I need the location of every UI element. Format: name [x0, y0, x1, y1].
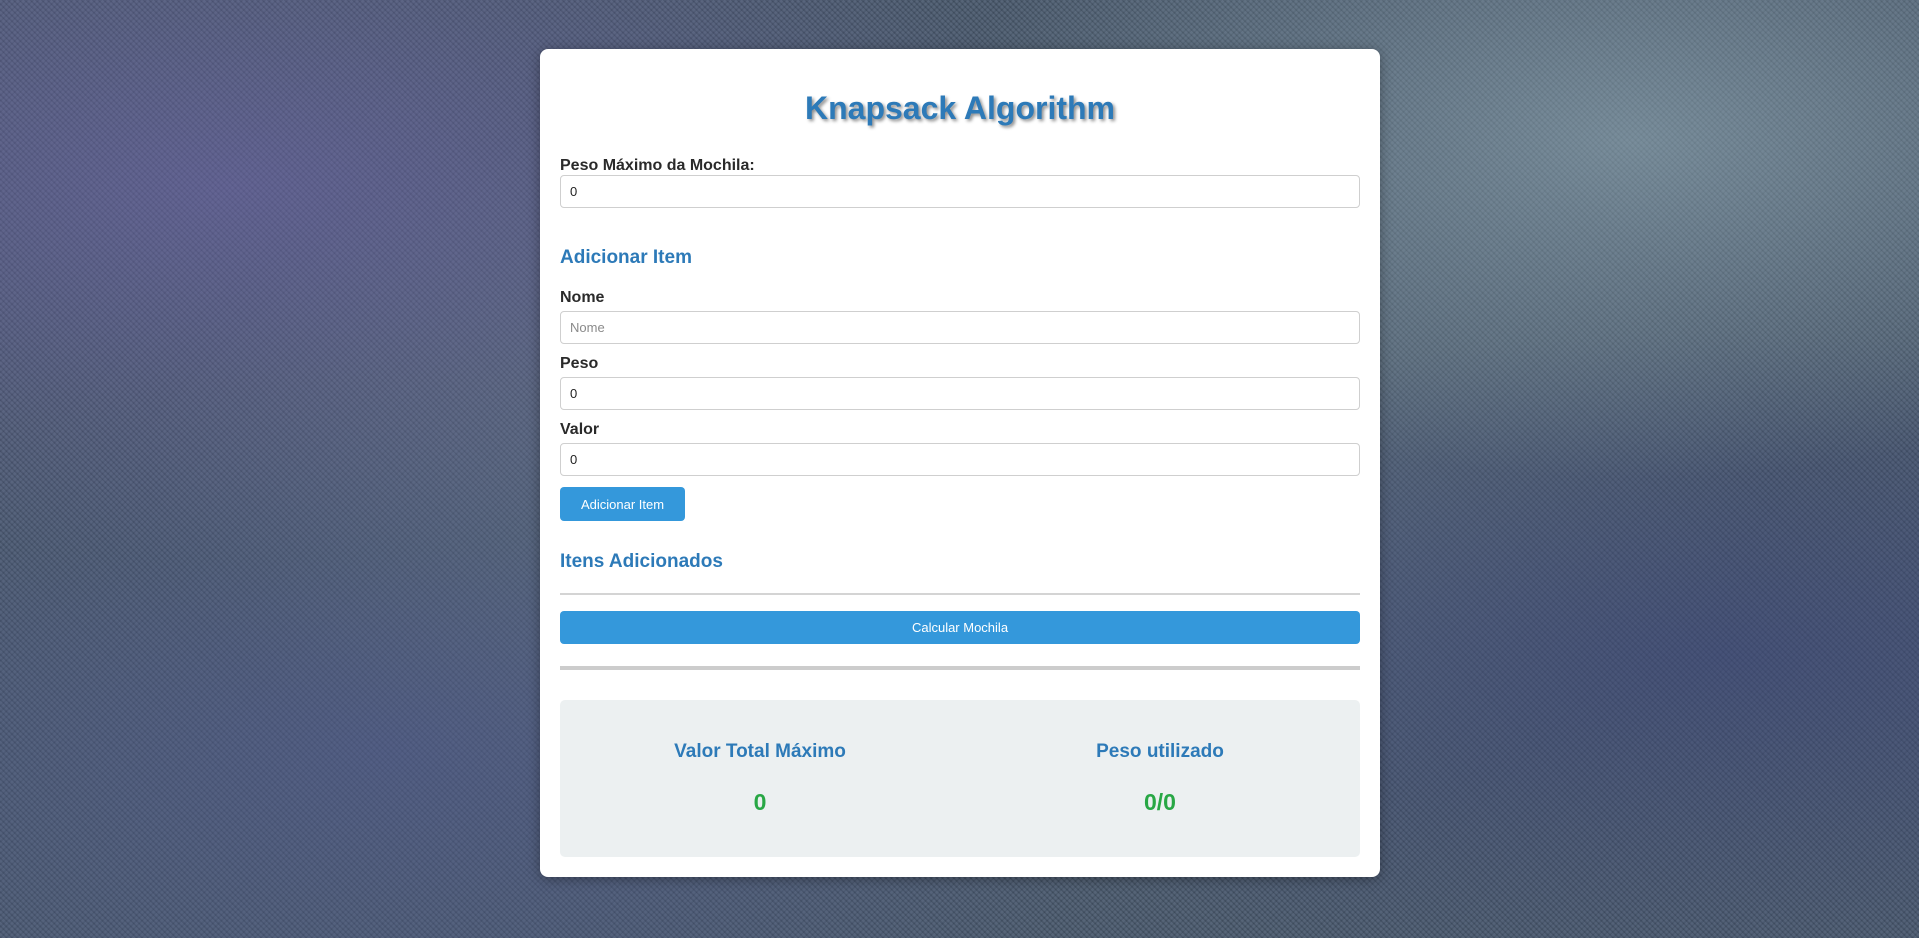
item-weight-label: Peso [560, 355, 599, 372]
item-name-label: Nome [560, 289, 605, 306]
page-title: Knapsack Algorithm [805, 90, 1115, 126]
add-item-button[interactable]: Adicionar Item [560, 487, 685, 521]
items-added-heading: Itens Adicionados [560, 551, 723, 572]
items-list [560, 593, 1360, 595]
weight-used-section: Peso utilizado 0/0 [960, 700, 1360, 857]
item-name-input[interactable] [560, 311, 1360, 344]
total-value-label: Valor Total Máximo [674, 741, 846, 762]
capacity-label: Peso Máximo da Mochila: [560, 157, 755, 174]
weight-used-value: 0/0 [1144, 789, 1176, 815]
total-value-section: Valor Total Máximo 0 [560, 700, 960, 857]
item-value-input[interactable] [560, 443, 1360, 476]
item-weight-input[interactable] [560, 377, 1360, 410]
item-value-label: Valor [560, 421, 600, 438]
results-panel: Valor Total Máximo 0 Peso utilizado 0/0 [560, 700, 1360, 857]
knapsack-card: Knapsack Algorithm Peso Máximo da Mochil… [540, 49, 1380, 877]
calculate-button[interactable]: Calcular Mochila [560, 611, 1360, 644]
add-item-heading: Adicionar Item [560, 247, 692, 268]
divider [560, 666, 1360, 670]
weight-used-label: Peso utilizado [1096, 741, 1224, 762]
total-value: 0 [753, 789, 767, 815]
capacity-input[interactable] [560, 175, 1360, 208]
